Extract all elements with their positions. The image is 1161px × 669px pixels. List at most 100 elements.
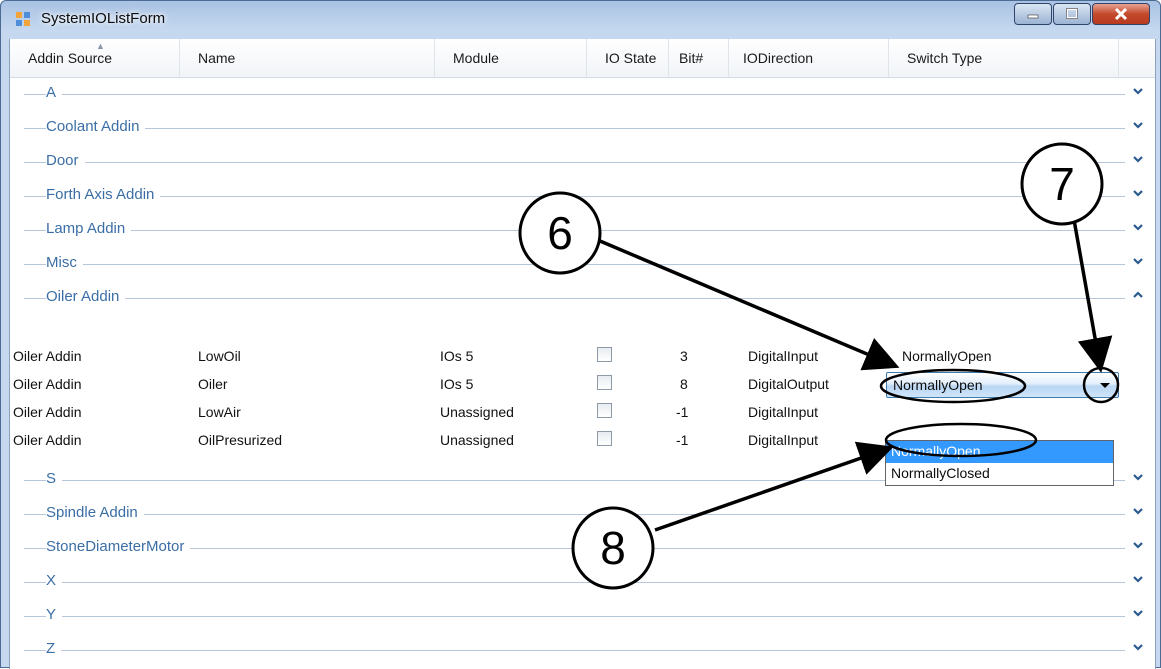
close-button[interactable] (1092, 3, 1150, 25)
cell-addin-source: Oiler Addin (13, 376, 82, 392)
cell-module: IOs 5 (440, 348, 474, 364)
chevron-down-icon[interactable] (1131, 186, 1145, 200)
cell-module: Unassigned (440, 432, 514, 448)
chevron-down-icon[interactable] (1131, 640, 1145, 654)
group-header[interactable]: Z (10, 633, 1155, 667)
chevron-down-icon[interactable] (1131, 504, 1145, 518)
column-label: Module (453, 50, 499, 66)
column-module[interactable]: Module (435, 39, 587, 77)
group-divider (24, 230, 1125, 231)
column-addin-source[interactable]: ▲ Addin Source (10, 39, 180, 77)
column-name[interactable]: Name (180, 39, 435, 77)
group-label: Lamp Addin (46, 220, 132, 237)
cell-io-direction: DigitalInput (748, 404, 819, 420)
group-header[interactable]: StoneDiameterMotor (10, 531, 1155, 565)
chevron-down-icon[interactable] (1131, 84, 1145, 98)
column-bit[interactable]: Bit# (669, 39, 729, 77)
column-label: Name (198, 50, 236, 66)
group-divider (24, 616, 1125, 617)
cell-io-direction: DigitalInput (748, 348, 819, 364)
group-label: Forth Axis Addin (46, 186, 161, 203)
chevron-down-icon[interactable] (1131, 254, 1145, 268)
io-state-checkbox[interactable] (597, 375, 612, 390)
cell-bit: 3 (680, 348, 688, 364)
cell-switch-type[interactable]: NormallyOpen (902, 348, 991, 364)
io-state-checkbox[interactable] (597, 431, 612, 446)
cell-name: OilPresurized (198, 432, 283, 448)
column-io-direction[interactable]: IODirection (729, 39, 889, 77)
chevron-down-icon[interactable] (1131, 118, 1145, 132)
group-header-expanded[interactable]: Oiler Addin (10, 281, 1155, 315)
group-label: Coolant Addin (46, 118, 146, 135)
group-divider (24, 650, 1125, 651)
switch-type-dropdown-list[interactable]: NormallyOpen NormallyClosed (885, 440, 1114, 486)
chevron-down-icon[interactable] (1131, 152, 1145, 166)
group-header[interactable]: Forth Axis Addin (10, 179, 1155, 213)
cell-addin-source: Oiler Addin (13, 348, 82, 364)
dropdown-option-normally-closed[interactable]: NormallyClosed (886, 463, 1113, 485)
group-header[interactable]: Misc (10, 247, 1155, 281)
sort-ascending-icon: ▲ (96, 41, 105, 51)
table-row[interactable]: Oiler Addin LowOil IOs 5 3 DigitalInput … (10, 343, 1155, 371)
io-grid[interactable]: ▲ Addin Source Name Module IO State Bit#… (9, 39, 1156, 669)
cell-module: Unassigned (440, 404, 514, 420)
group-label: Y (46, 606, 63, 623)
group-header[interactable]: A (10, 77, 1155, 111)
chevron-down-icon[interactable] (1131, 538, 1145, 552)
group-header[interactable]: X (10, 565, 1155, 599)
cell-bit: -1 (676, 432, 689, 448)
group-label: Misc (46, 254, 83, 271)
maximize-button[interactable] (1053, 3, 1091, 25)
column-header: ▲ Addin Source Name Module IO State Bit#… (10, 39, 1155, 78)
group-label: Door (46, 152, 85, 169)
chevron-down-icon[interactable] (1131, 572, 1145, 586)
switch-type-combobox[interactable]: NormallyOpen (886, 372, 1119, 398)
group-divider (24, 298, 1125, 299)
group-header[interactable]: Spindle Addin (10, 497, 1155, 531)
group-label: S (46, 470, 63, 487)
close-icon (1114, 7, 1128, 21)
group-label: A (46, 84, 63, 101)
table-row-editing[interactable]: Oiler Addin Oiler IOs 5 8 DigitalOutput … (10, 371, 1155, 399)
column-label: IO State (605, 50, 657, 66)
column-io-state[interactable]: IO State (587, 39, 669, 77)
chevron-down-icon[interactable] (1131, 220, 1145, 234)
group-header[interactable]: Door (10, 145, 1155, 179)
cell-io-direction: DigitalOutput (748, 376, 829, 392)
chevron-down-icon[interactable] (1131, 606, 1145, 620)
cell-name: Oiler (198, 376, 228, 392)
group-divider (24, 582, 1125, 583)
group-divider (24, 264, 1125, 265)
io-state-checkbox[interactable] (597, 403, 612, 418)
cell-bit: 8 (680, 376, 688, 392)
cell-io-direction: DigitalInput (748, 432, 819, 448)
group-divider (24, 196, 1125, 197)
cell-name: LowOil (198, 348, 241, 364)
column-switch-type[interactable]: Switch Type (889, 39, 1119, 77)
cell-bit: -1 (676, 404, 689, 420)
column-label: Switch Type (907, 50, 983, 66)
chevron-down-icon[interactable] (1131, 470, 1145, 484)
chevron-down-icon[interactable] (1093, 374, 1117, 396)
group-header[interactable]: Y (10, 599, 1155, 633)
column-label: Bit# (679, 50, 704, 66)
chevron-up-icon[interactable] (1131, 288, 1145, 302)
dropdown-option-normally-open[interactable]: NormallyOpen (886, 441, 1113, 463)
group-label: Spindle Addin (46, 504, 144, 521)
group-header[interactable]: Lamp Addin (10, 213, 1155, 247)
combobox-value: NormallyOpen (893, 377, 983, 393)
group-divider (24, 514, 1125, 515)
cell-addin-source: Oiler Addin (13, 404, 82, 420)
io-state-checkbox[interactable] (597, 347, 612, 362)
group-header[interactable]: Coolant Addin (10, 111, 1155, 145)
minimize-icon (1027, 14, 1039, 19)
group-label: Oiler Addin (46, 288, 126, 305)
group-label: StoneDiameterMotor (46, 538, 191, 555)
maximize-icon (1066, 8, 1078, 19)
column-label: IODirection (743, 50, 814, 66)
minimize-button[interactable] (1014, 3, 1052, 25)
title-bar[interactable]: SystemIOListForm (1, 1, 1160, 39)
group-label: Z (46, 640, 62, 657)
table-row[interactable]: Oiler Addin LowAir Unassigned -1 Digital… (10, 399, 1155, 427)
window-title: SystemIOListForm (41, 10, 166, 27)
